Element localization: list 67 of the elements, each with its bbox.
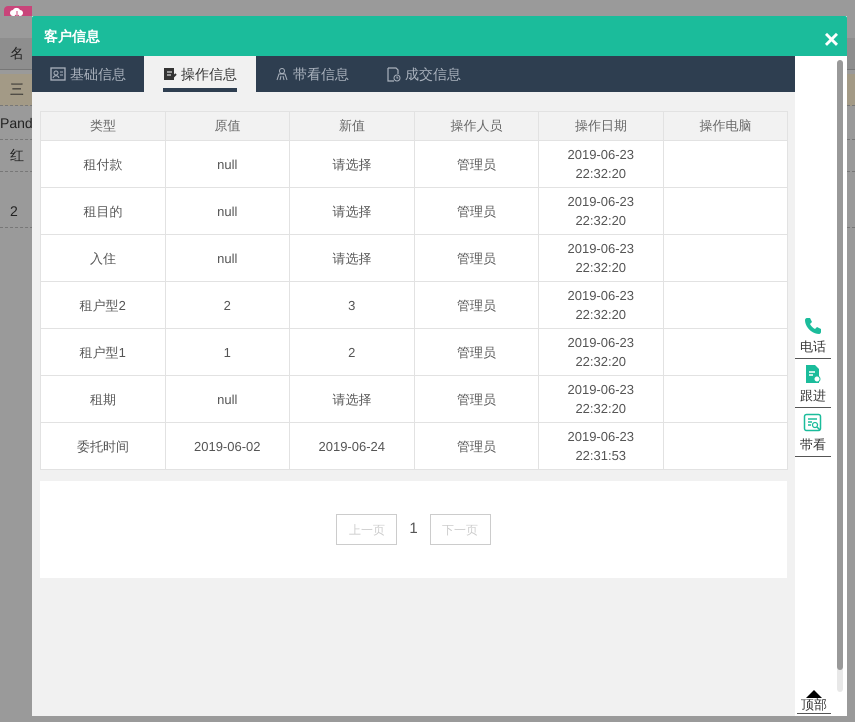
table-cell: 2019-06-23 22:32:20 [538,376,663,422]
table-cell: 2019-06-24 [290,422,414,470]
tab[interactable]: 带看信息 [256,56,368,92]
table-cell-text: 三 [10,80,24,99]
id-card-icon [50,67,66,81]
table-cell: 2019-06-23 22:32:20 [538,188,663,234]
side-tool-button[interactable]: 电话 [795,310,831,359]
table-cell: 租期 [40,376,165,422]
table-cell: 2 [165,282,290,328]
phone-icon [804,316,822,334]
table-cell: 租户型2 [40,282,165,328]
tab[interactable]: 操作信息 [144,56,256,92]
column-header: 操作人员 [414,112,538,140]
table-cell: 管理员 [414,234,538,282]
table-cell: 管理员 [414,422,538,470]
export-button[interactable] [4,6,32,16]
table-cell-text: Pand [0,114,33,133]
table-cell: 租目的 [40,188,165,234]
column-header: 名 [10,44,24,63]
table-cell: 1 [165,328,290,376]
column-header: 新值 [290,112,414,140]
table-cell: 委托时间 [40,422,165,470]
table-cell: 租户型1 [40,328,165,376]
side-tool-button[interactable]: 带看 [795,408,831,457]
side-tool-button[interactable]: 跟进 [795,359,831,408]
table-cell-text: 2 [10,202,18,221]
document-pen-icon [163,67,177,81]
table-cell: null [165,234,290,282]
table-cell: 请选择 [290,376,414,422]
table-cell: 2019-06-23 22:31:53 [538,422,663,470]
dialog-title: 客户信息 [44,26,100,46]
table-cell: 管理员 [414,140,538,188]
table-cell: 2019-06-02 [165,422,290,470]
document-search-icon [803,412,823,432]
table-cell: 管理员 [414,328,538,376]
table-cell: null [165,188,290,234]
current-page[interactable]: 1 [409,518,418,541]
scrollbar[interactable] [837,60,843,692]
table-cell: 3 [290,282,414,328]
table-cell: 管理员 [414,282,538,328]
cloud-download-icon [10,7,24,16]
table-cell: 2019-06-23 22:32:20 [538,328,663,376]
table-cell: 请选择 [290,188,414,234]
column-header: 操作电脑 [663,112,788,140]
column-header: 原值 [165,112,290,140]
table-cell: 管理员 [414,188,538,234]
table-cell: 请选择 [290,234,414,282]
document-clock-icon [387,66,401,82]
table-cell: 请选择 [290,140,414,188]
table-cell: null [165,140,290,188]
table-cell: 租付款 [40,140,165,188]
people-icon [275,67,289,81]
tab[interactable]: 成交信息 [368,56,480,92]
column-header: 类型 [40,112,165,140]
back-to-top-button[interactable]: 顶部 [797,690,831,714]
tab[interactable]: 基础信息 [32,56,144,92]
table-cell: null [165,376,290,422]
table-cell: 2 [290,328,414,376]
table-cell: 管理员 [414,376,538,422]
column-header: 操作日期 [538,112,663,140]
table-cell: 2019-06-23 22:32:20 [538,282,663,328]
table-cell: 入住 [40,234,165,282]
table-cell: 2019-06-23 22:32:20 [538,140,663,188]
table-cell: 2019-06-23 22:32:20 [538,234,663,282]
table-cell-text: 红 [10,146,24,165]
up-arrow-icon [806,690,822,698]
document-icon [804,364,822,384]
